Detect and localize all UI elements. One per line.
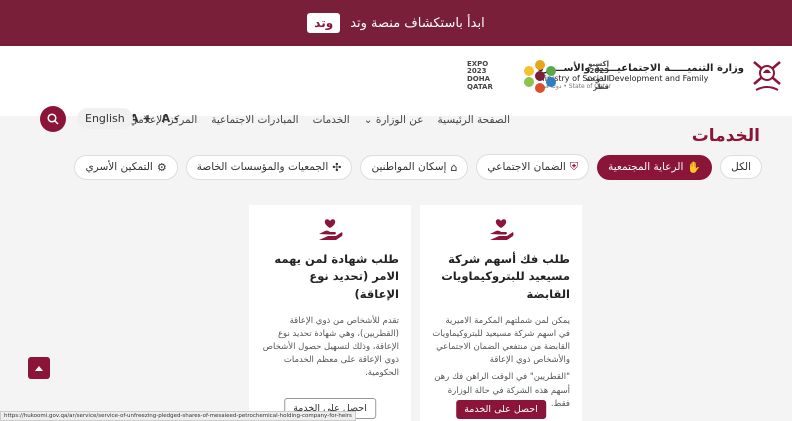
status-bar-url: https://hukoomi.gov.qa/ar/service/servic… [0, 411, 356, 421]
service-card-disability-certificate[interactable]: طلب شهادة لمن يهمه الامر (تحديد نوع الإع… [249, 205, 411, 421]
tab-social-security[interactable]: ⛨ الضمان الاجتماعي [476, 154, 590, 180]
tab-label: التمكين الأسري [85, 161, 153, 173]
hand-heart-icon [319, 219, 343, 240]
search-icon [47, 113, 59, 125]
expo-flower-icon [523, 60, 556, 93]
tab-all[interactable]: الكل [720, 155, 762, 179]
search-button[interactable] [40, 106, 66, 132]
tab-family-empowerment[interactable]: ⚙ التمكين الأسري [74, 154, 178, 180]
card-description: يمكن لمن شملتهم المكرمة الاميرية في اسهم… [432, 315, 570, 366]
get-service-button[interactable]: احصل على الخدمة [456, 400, 546, 419]
expo-logo: EXPO 2023 DOHA QATAR إكسبو 2023 الدوحة ق… [467, 54, 609, 98]
tab-community-care[interactable]: ✋ الرعاية المجتمعية [597, 154, 713, 180]
language-toggle-button[interactable]: English [77, 108, 133, 129]
nav-about[interactable]: عن الوزارة ⌄ [364, 114, 424, 126]
font-size-controls: A + A - [130, 112, 178, 125]
card-title: طلب شهادة لمن يهمه الامر (تحديد نوع الإع… [274, 252, 399, 301]
main-nav: الصفحة الرئيسية عن الوزارة ⌄ الخدمات الم… [129, 114, 510, 126]
expo-text-en: EXPO 2023 DOHA QATAR [467, 59, 493, 91]
tab-label: إسكان المواطنين [371, 161, 447, 173]
banner-text[interactable]: ابدأ باستكشاف منصة وتد [350, 16, 485, 31]
tab-label: الضمان الاجتماعي [487, 161, 566, 173]
font-decrease-button[interactable]: A - [162, 112, 179, 125]
wotad-logo[interactable]: وتد [307, 13, 341, 33]
card-description: تقدم للأشخاص من ذوي الإعاقة (القطريين)، … [262, 315, 399, 379]
top-banner[interactable]: ابدأ باستكشاف منصة وتد وتد [0, 0, 792, 46]
tab-label: الرعاية المجتمعية [608, 161, 684, 173]
tab-associations[interactable]: ✣ الجمعيات والمؤسسات الخاصة [185, 154, 353, 180]
scroll-to-top-button[interactable] [28, 357, 50, 379]
qatar-emblem-icon [753, 61, 781, 91]
service-card-unfreeze-shares[interactable]: طلب فك أسهم شركة مسيعيد للبتروكيماويات ا… [420, 205, 582, 421]
hand-heart-icon [490, 219, 514, 240]
network-icon: ✣ [332, 160, 342, 174]
hand-heart-icon: ✋ [687, 160, 702, 174]
housing-icon: ⌂ [450, 160, 458, 174]
tab-label: الجمعيات والمؤسسات الخاصة [196, 161, 329, 173]
chevron-up-icon [35, 366, 43, 371]
expo-text-ar: إكسبو 2023 الدوحة قطر [586, 59, 609, 91]
nav-home[interactable]: الصفحة الرئيسية [438, 114, 510, 126]
shield-icon: ⛨ [569, 160, 579, 173]
gear-icon: ⚙ [156, 160, 167, 174]
card-title: طلب فك أسهم شركة مسيعيد للبتروكيماويات ا… [441, 252, 570, 301]
site-header: وزارة التنميـــــة الاجتماعيـــــة والأس… [0, 46, 792, 132]
tab-citizen-housing[interactable]: ⌂ إسكان المواطنين [360, 154, 469, 180]
category-tabs: الكل ✋ الرعاية المجتمعية ⛨ الضمان الاجتم… [74, 154, 762, 180]
page-title: الخدمات [691, 126, 760, 146]
tab-label: الكل [731, 161, 751, 173]
font-increase-button[interactable]: A + [130, 112, 152, 125]
nav-initiatives[interactable]: المبادرات الاجتماعية [211, 114, 298, 126]
nav-services[interactable]: الخدمات [313, 114, 350, 126]
